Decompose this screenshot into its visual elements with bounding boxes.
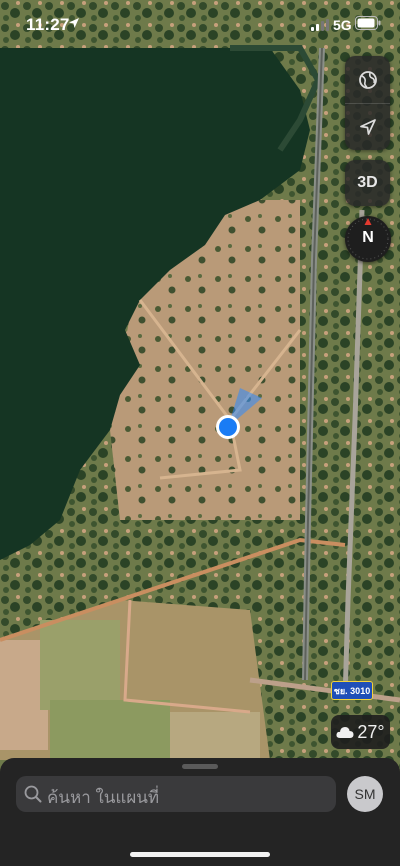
search-field[interactable]: ค้นหา ในแผนที่ bbox=[16, 776, 336, 812]
compass-north-label: N bbox=[362, 229, 374, 246]
location-arrow-icon bbox=[359, 118, 376, 135]
search-icon bbox=[24, 785, 42, 803]
map-controls bbox=[345, 56, 390, 150]
account-avatar[interactable]: SM bbox=[347, 776, 383, 812]
bottom-sheet[interactable]: ค้นหา ในแผนที่ SM bbox=[0, 758, 400, 866]
globe-icon bbox=[358, 70, 377, 89]
home-indicator bbox=[130, 852, 270, 857]
status-bar: 11:27 5G bbox=[0, 0, 400, 48]
search-placeholder: ค้นหา ในแผนที่ bbox=[47, 788, 160, 807]
road-route-sign: ชย. 3010 bbox=[331, 681, 373, 700]
3d-view-button[interactable]: 3D bbox=[345, 160, 390, 206]
location-arrow-icon bbox=[69, 18, 79, 28]
cellular-signal-icon bbox=[311, 19, 329, 31]
cloud-icon bbox=[336, 727, 354, 738]
status-time: 11:27 bbox=[26, 15, 70, 34]
map-type-button[interactable] bbox=[345, 56, 390, 103]
network-type: 5G bbox=[333, 17, 352, 33]
temperature-label: 27° bbox=[357, 721, 385, 742]
compass-button[interactable]: N bbox=[345, 216, 391, 262]
weather-badge[interactable]: 27° bbox=[331, 715, 390, 749]
sheet-grabber[interactable] bbox=[182, 764, 218, 769]
current-location-button[interactable] bbox=[345, 103, 390, 150]
battery-icon bbox=[355, 16, 381, 30]
